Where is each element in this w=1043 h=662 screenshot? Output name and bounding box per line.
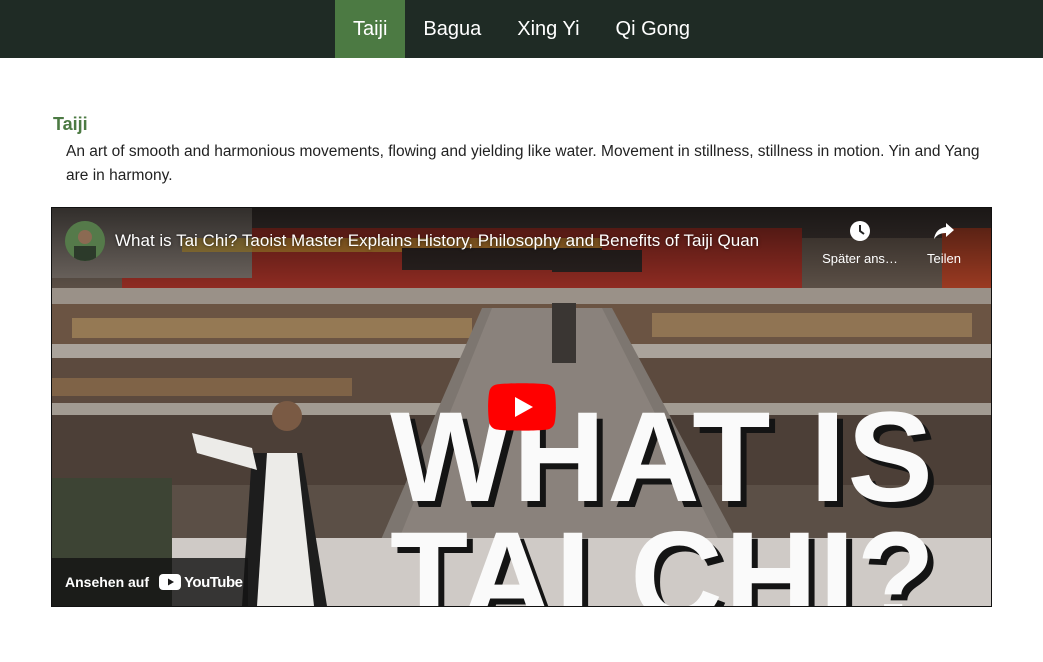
clock-icon — [849, 221, 871, 246]
watch-on-youtube-link[interactable]: Ansehen auf YouTube — [52, 558, 248, 606]
watch-later-label: Später ans… — [822, 251, 898, 266]
section-description: An art of smooth and harmonious movement… — [66, 143, 980, 184]
thumbnail-headline-line2: TAI CHI? — [390, 506, 937, 607]
youtube-wordmark: YouTube — [184, 573, 243, 591]
section-title: Taiji — [53, 114, 88, 134]
share-button[interactable]: Teilen — [902, 220, 986, 266]
share-icon — [933, 223, 955, 246]
nav-item-taiji[interactable]: Taiji — [334, 0, 406, 58]
thumbnail-headline-line1: WHAT IS — [390, 386, 935, 529]
play-icon — [488, 383, 556, 431]
nav-item-bagua[interactable]: Bagua — [405, 0, 499, 58]
youtube-logo-icon: YouTube — [159, 573, 243, 591]
watch-on-label: Ansehen auf — [65, 574, 150, 590]
play-button[interactable] — [488, 383, 556, 431]
video-title[interactable]: What is Tai Chi? Taoist Master Explains … — [115, 231, 759, 251]
channel-avatar[interactable] — [65, 221, 105, 261]
video-embed[interactable]: WHAT IS TAI CHI? What is Tai Chi? Taoist… — [51, 207, 992, 607]
top-navigation: Taiji Bagua Xing Yi Qi Gong — [0, 0, 1043, 58]
nav-item-xing-yi[interactable]: Xing Yi — [499, 0, 597, 58]
watch-later-button[interactable]: Später ans… — [818, 220, 902, 266]
share-label: Teilen — [927, 251, 961, 266]
nav-item-qi-gong[interactable]: Qi Gong — [598, 0, 708, 58]
